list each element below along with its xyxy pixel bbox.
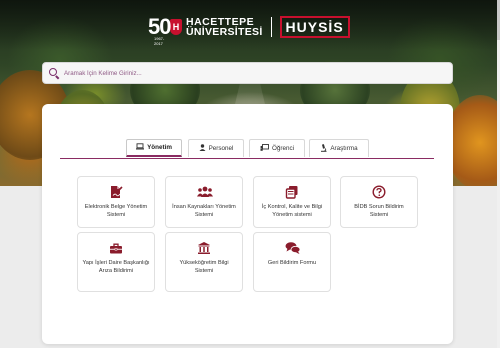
laptop-icon (136, 143, 145, 152)
tab-label: Öğrenci (271, 145, 295, 152)
search-icon[interactable] (49, 68, 59, 78)
tab-personel[interactable]: Personel (188, 139, 244, 157)
tile-label: Yükseköğretim Bilgi Sistemi (179, 260, 229, 274)
tab-arastirma[interactable]: Araştırma (309, 139, 369, 157)
comments-icon (285, 241, 301, 255)
anniversary-logo: 50 1967-2017 (148, 14, 172, 46)
site-logo[interactable]: 50 1967-2017 H HACETTEPE ÜNİVERSİTESİ HU… (148, 12, 350, 46)
tile-bidb[interactable]: BİDB Sorun Bildirim Sistemi (340, 176, 418, 228)
university-icon (197, 241, 211, 255)
tab-label: Personel (208, 145, 234, 152)
main-card: Yönetim Personel Öğrenci Araştırma Elekt… (42, 104, 453, 344)
users-icon (197, 185, 213, 199)
person-icon (199, 144, 206, 153)
tile-yapi-isleri[interactable]: Yapı İşleri Daire Başkanlığı Arıza Bildi… (77, 232, 155, 292)
tile-ikys[interactable]: İnsan Kaynakları Yönetim Sistemi (165, 176, 243, 228)
tile-label: İnsan Kaynakları Yönetim Sistemi (172, 204, 236, 218)
tile-ebys[interactable]: Elektronik Belge Yönetim Sistemi (77, 176, 155, 228)
microscope-icon (320, 143, 327, 154)
tile-label: Elektronik Belge Yönetim Sistemi (84, 204, 148, 218)
logo-divider (270, 17, 272, 37)
tab-yonetim[interactable]: Yönetim (126, 139, 182, 157)
tile-ic-kontrol[interactable]: İç Kontrol, Kalite ve Bilgi Yönetim sist… (253, 176, 331, 228)
tab-bar: Yönetim Personel Öğrenci Araştırma (60, 139, 434, 159)
tile-geri-bildirim[interactable]: Geri Bildirim Formu (253, 232, 331, 292)
tile-yoksis[interactable]: Yükseköğretim Bilgi Sistemi (165, 232, 243, 292)
chalkboard-icon (260, 144, 269, 153)
search-bar[interactable] (42, 62, 453, 84)
tile-label: İç Kontrol, Kalite ve Bilgi Yönetim sist… (261, 204, 323, 218)
university-shield-icon: H (170, 19, 182, 35)
tile-label: BİDB Sorun Bildirim Sistemi (354, 204, 404, 218)
university-name: HACETTEPE ÜNİVERSİTESİ (186, 17, 263, 38)
anniversary-years: 1967-2017 (154, 36, 165, 46)
tile-label: Geri Bildirim Formu (267, 260, 317, 266)
tab-label: Yönetim (147, 144, 172, 151)
tab-ogrenci[interactable]: Öğrenci (249, 139, 305, 157)
copy-icon (285, 185, 299, 199)
tile-label: Yapı İşleri Daire Başkanlığı Arıza Bildi… (82, 260, 150, 274)
question-circle-icon (372, 185, 386, 199)
toolbox-icon (109, 241, 123, 255)
search-input[interactable] (64, 69, 444, 77)
university-name-line2: ÜNİVERSİTESİ (186, 26, 263, 38)
tab-label: Araştırma (330, 145, 358, 152)
app-name-logo: HUYSİS (279, 16, 350, 38)
file-signature-icon (109, 185, 123, 199)
